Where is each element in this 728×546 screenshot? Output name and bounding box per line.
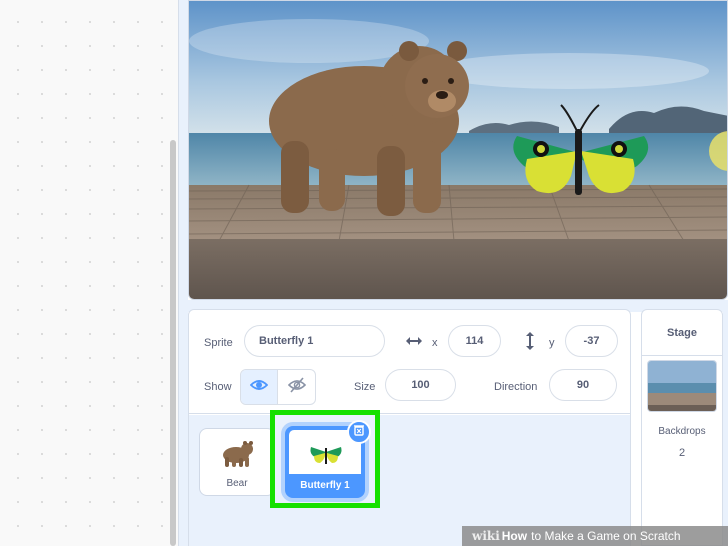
sprite-pane: Sprite Butterfly 1 x 114 y -37 Show Size… — [188, 309, 631, 546]
right-gutter — [723, 309, 728, 546]
workspace-scrollbar[interactable] — [170, 140, 176, 546]
size-field[interactable]: 100 — [385, 369, 456, 401]
size-label: Size — [354, 381, 376, 393]
stage-selector[interactable]: Stage Backdrops 2 — [641, 309, 723, 546]
eye-icon — [249, 378, 269, 396]
x-arrows-icon — [404, 333, 424, 354]
trash-icon — [353, 423, 365, 441]
sprite-label: Sprite — [204, 337, 233, 349]
direction-field[interactable]: 90 — [549, 369, 617, 401]
script-workspace[interactable] — [0, 0, 178, 546]
watermark-how: How — [501, 529, 528, 543]
delete-sprite-button[interactable] — [347, 420, 371, 444]
y-arrows-icon — [522, 330, 538, 357]
bear-icon — [220, 437, 256, 474]
show-label: Show — [204, 381, 232, 393]
backdrops-count: 2 — [678, 447, 686, 459]
y-field[interactable]: -37 — [565, 325, 618, 357]
watermark-wiki: wiki — [472, 529, 500, 543]
backdrop-thumbnail[interactable] — [647, 360, 717, 412]
x-field[interactable]: 114 — [448, 325, 501, 357]
stage-header: Stage — [642, 310, 722, 356]
backdrops-label: Backdrops — [658, 426, 706, 437]
stage-backdrop — [189, 1, 727, 299]
wikihow-watermark: wiki How to Make a Game on Scratch — [462, 526, 728, 546]
watermark-title: to Make a Game on Scratch — [531, 529, 681, 543]
show-visible-button[interactable] — [241, 370, 279, 404]
sprite-tile-bear[interactable]: Bear — [199, 428, 275, 496]
stage[interactable] — [188, 0, 728, 300]
pane-divider — [178, 0, 188, 546]
show-toggle-group — [240, 369, 316, 405]
y-label: y — [549, 337, 555, 349]
sprite-info-panel: Sprite Butterfly 1 x 114 y -37 Show Size… — [189, 310, 630, 414]
scratch-editor: Sprite Butterfly 1 x 114 y -37 Show Size… — [0, 0, 728, 546]
x-label: x — [432, 337, 438, 349]
sprite-name-bear: Bear — [226, 478, 248, 489]
butterfly-icon — [309, 442, 343, 471]
show-hidden-button[interactable] — [278, 370, 315, 404]
sprite-name-butterfly: Butterfly 1 — [300, 480, 350, 491]
eye-slash-icon — [287, 376, 306, 398]
direction-label: Direction — [494, 381, 538, 393]
sprite-tile-butterfly[interactable]: Butterfly 1 — [285, 420, 371, 498]
sprite-name-field[interactable]: Butterfly 1 — [244, 325, 385, 357]
